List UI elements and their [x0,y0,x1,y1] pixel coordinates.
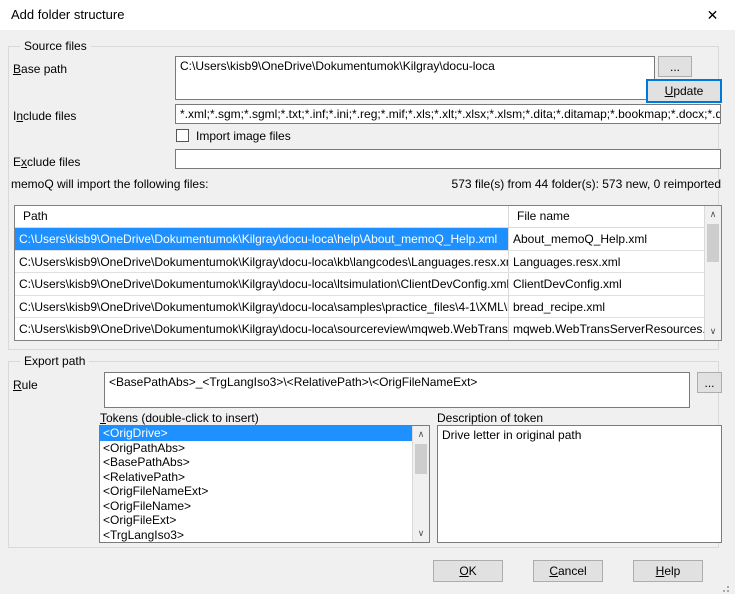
help-button[interactable]: Help [633,560,703,582]
table-row[interactable]: C:\Users\kisb9\OneDrive\Dokumentumok\Kil… [15,318,704,340]
cell-file-name[interactable]: bread_recipe.xml [509,296,704,318]
cancel-button[interactable]: Cancel [533,560,603,582]
cell-path[interactable]: C:\Users\kisb9\OneDrive\Dokumentumok\Kil… [15,273,509,295]
cell-path[interactable]: C:\Users\kisb9\OneDrive\Dokumentumok\Kil… [15,228,509,250]
source-files-group-label: Source files [20,40,91,53]
token-list-item[interactable]: <RelativePath> [100,470,412,485]
update-button[interactable]: Update [646,79,722,103]
tokens-list-items: <OrigDrive><OrigPathAbs><BasePathAbs><Re… [100,426,412,542]
column-header-file-name[interactable]: File name [509,206,704,227]
cell-path[interactable]: C:\Users\kisb9\OneDrive\Dokumentumok\Kil… [15,251,509,273]
table-row[interactable]: C:\Users\kisb9\OneDrive\Dokumentumok\Kil… [15,251,704,274]
cell-path[interactable]: C:\Users\kisb9\OneDrive\Dokumentumok\Kil… [15,296,509,318]
include-files-input[interactable]: *.xml;*.sgm;*.sgml;*.txt;*.inf;*.ini;*.r… [175,104,721,124]
cell-file-name[interactable]: ClientDevConfig.xml [509,273,704,295]
tokens-list: <OrigDrive><OrigPathAbs><BasePathAbs><Re… [99,425,430,543]
scrollbar-thumb[interactable] [707,224,719,262]
cell-path[interactable]: C:\Users\kisb9\OneDrive\Dokumentumok\Kil… [15,318,509,340]
close-button[interactable]: ✕ [690,0,735,30]
rule-input[interactable]: <BasePathAbs>_<TrgLangIso3>\<RelativePat… [104,372,690,408]
base-path-input[interactable]: C:\Users\kisb9\OneDrive\Dokumentumok\Kil… [175,56,655,100]
cell-file-name[interactable]: mqweb.WebTransServerResources.xml [509,318,704,340]
token-list-item[interactable]: <BasePathAbs> [100,455,412,470]
ok-button[interactable]: OK [433,560,503,582]
exclude-files-label: Exclude files [13,155,80,169]
base-path-label: Base path [13,62,67,76]
scroll-up-icon[interactable]: ∧ [413,426,429,443]
title-bar: Add folder structure ✕ [0,0,735,30]
tokens-label: Tokens (double-click to insert) [100,411,259,425]
rule-label: Rule [13,378,38,392]
import-summary-text: memoQ will import the following files: [11,177,208,191]
resize-grip-icon[interactable] [727,586,729,588]
window-title: Add folder structure [11,7,124,22]
rule-browse-button[interactable]: ... [697,372,722,393]
token-list-item[interactable]: <OrigFileNameExt> [100,484,412,499]
token-list-item[interactable]: <OrigPathAbs> [100,441,412,456]
token-list-item[interactable]: <OrigFileExt> [100,513,412,528]
cell-file-name[interactable]: About_memoQ_Help.xml [509,228,704,250]
exclude-files-input[interactable] [175,149,721,169]
export-path-group-label: Export path [20,355,89,368]
file-table-scrollbar[interactable]: ∧ ∨ [704,206,721,340]
scrollbar-thumb[interactable] [415,444,427,474]
token-description-box: Drive letter in original path [437,425,722,543]
import-image-files-label: Import image files [196,129,291,143]
include-files-label: Include files [13,109,76,123]
import-image-files-checkbox[interactable] [176,129,189,142]
description-label: Description of token [437,411,543,425]
token-list-item[interactable]: <OrigFileName> [100,499,412,514]
base-path-browse-button[interactable]: ... [658,56,692,77]
table-row[interactable]: C:\Users\kisb9\OneDrive\Dokumentumok\Kil… [15,296,704,319]
scroll-up-icon[interactable]: ∧ [705,206,721,223]
column-header-path[interactable]: Path [15,206,509,227]
file-table-header: Path File name [15,206,704,228]
token-list-item[interactable]: <TrgLangIso3> [100,528,412,543]
import-count-text: 573 file(s) from 44 folder(s): 573 new, … [452,177,721,191]
token-list-item[interactable]: <OrigDrive> [100,426,412,441]
cell-file-name[interactable]: Languages.resx.xml [509,251,704,273]
scroll-down-icon[interactable]: ∨ [705,323,721,340]
scroll-down-icon[interactable]: ∨ [413,525,429,542]
table-row[interactable]: C:\Users\kisb9\OneDrive\Dokumentumok\Kil… [15,228,704,251]
close-icon: ✕ [707,7,719,24]
file-table-body: C:\Users\kisb9\OneDrive\Dokumentumok\Kil… [15,228,704,340]
table-row[interactable]: C:\Users\kisb9\OneDrive\Dokumentumok\Kil… [15,273,704,296]
tokens-scrollbar[interactable]: ∧ ∨ [412,426,429,542]
file-table: Path File name C:\Users\kisb9\OneDrive\D… [14,205,722,341]
